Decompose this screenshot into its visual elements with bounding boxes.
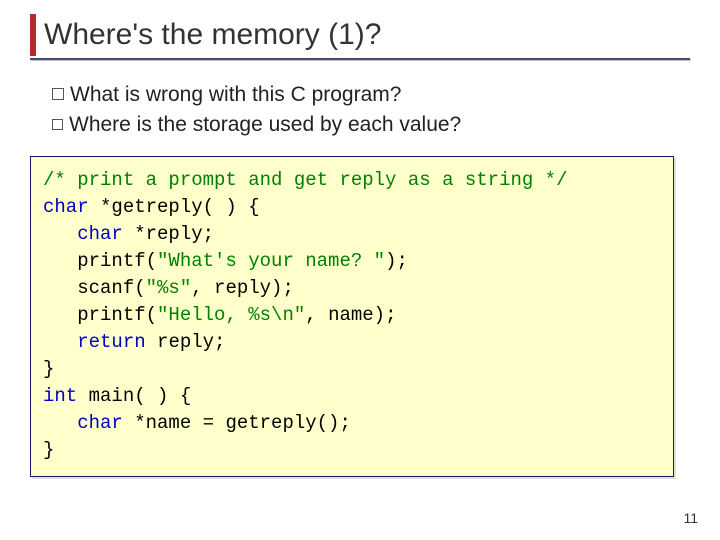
page-number: 11 (683, 510, 698, 526)
slide-title: Where's the memory (1)? (44, 18, 382, 52)
code-text: ); (385, 250, 408, 272)
code-text: main( ) { (77, 385, 191, 407)
code-text: *getreply( ) { (89, 196, 260, 218)
code-text: scanf( (43, 277, 146, 299)
title-underline (30, 58, 690, 60)
bullet-item: Where is the storage used by each value? (52, 110, 680, 140)
bullet-square-icon (52, 119, 63, 130)
bullet-item: What is wrong with this C program? (52, 80, 680, 110)
bullet-square-icon (52, 88, 64, 100)
bullet-text: Where is the storage used by each value? (69, 110, 461, 140)
code-text: } (43, 439, 54, 461)
code-keyword: char (77, 412, 123, 434)
code-comment: /* print a prompt and get reply as a str… (43, 169, 568, 191)
code-text: printf( (43, 250, 157, 272)
code-text: , name); (305, 304, 396, 326)
slide: Where's the memory (1)? What is wrong wi… (0, 0, 720, 540)
title-accent: Where's the memory (1)? (30, 14, 690, 56)
code-text: *name = getreply(); (123, 412, 351, 434)
code-text: *reply; (123, 223, 214, 245)
code-keyword: char (43, 196, 89, 218)
code-string: "What's your name? " (157, 250, 385, 272)
code-keyword: int (43, 385, 77, 407)
code-keyword: char (77, 223, 123, 245)
code-string: "%s" (146, 277, 192, 299)
code-keyword: return (77, 331, 145, 353)
code-string: "Hello, %s\n" (157, 304, 305, 326)
bullet-text: What is wrong with this C program? (70, 80, 401, 110)
title-block: Where's the memory (1)? (30, 14, 690, 60)
code-box: /* print a prompt and get reply as a str… (30, 156, 674, 477)
bullet-list: What is wrong with this C program? Where… (52, 80, 680, 141)
code-text: } (43, 358, 54, 380)
code-text: reply; (146, 331, 226, 353)
code-text: printf( (43, 304, 157, 326)
code-text: , reply); (191, 277, 294, 299)
code-block: /* print a prompt and get reply as a str… (43, 167, 661, 464)
